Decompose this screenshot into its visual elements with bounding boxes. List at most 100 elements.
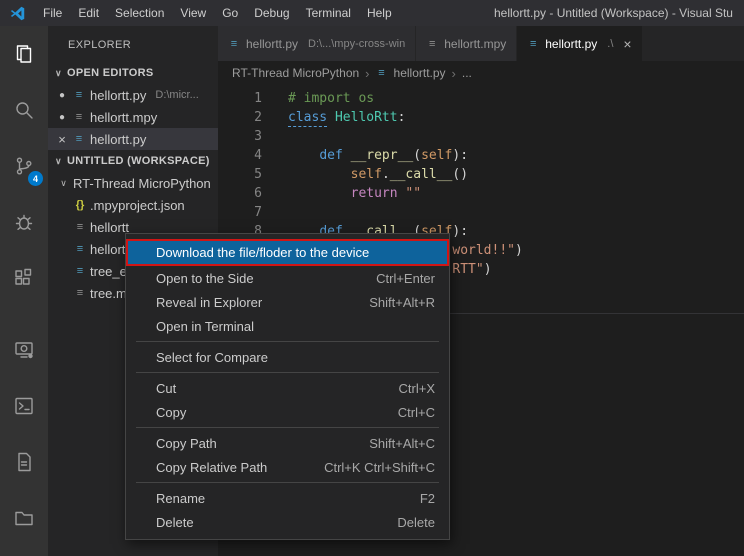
close-icon[interactable]: × — [56, 132, 68, 147]
menu-file[interactable]: File — [35, 0, 70, 26]
code-text: self.__call__() — [288, 165, 468, 184]
open-editor-item[interactable]: ●≡hellortt.pyD:\micr... — [48, 84, 218, 106]
line-number: 1 — [218, 89, 262, 108]
chevron-down-icon: ∨ — [53, 156, 64, 167]
tree-item-label: RT-Thread MicroPython — [73, 176, 211, 191]
tab-3-hellortt.py[interactable]: ≡hellortt.py.\× — [517, 26, 642, 61]
code-line: 7 — [218, 203, 744, 222]
menu-item-label: Rename — [156, 491, 205, 506]
close-icon[interactable]: × — [623, 36, 631, 52]
tab-detail: .\ — [607, 38, 613, 50]
tree-item[interactable]: {}.mpyproject.json — [48, 194, 218, 216]
tab-2-hellortt.mpy[interactable]: ≡hellortt.mpy — [416, 26, 517, 61]
file-label: hellortt.py — [90, 88, 146, 103]
workspace-header[interactable]: ∨ UNTITLED (WORKSPACE) — [48, 150, 218, 172]
menu-edit[interactable]: Edit — [70, 0, 107, 26]
line-number: 5 — [218, 165, 262, 184]
tab-label: hellortt.py — [246, 37, 298, 51]
menu-terminal[interactable]: Terminal — [298, 0, 359, 26]
breadcrumb-item[interactable]: hellortt.py — [394, 66, 446, 80]
menu-go[interactable]: Go — [214, 0, 246, 26]
title-bar: FileEditSelectionViewGoDebugTerminalHelp… — [0, 0, 744, 26]
menu-selection[interactable]: Selection — [107, 0, 172, 26]
debug-icon[interactable] — [0, 194, 48, 250]
context-menu-item[interactable]: Cut Ctrl+X — [126, 376, 449, 400]
menu-view[interactable]: View — [172, 0, 214, 26]
line-number: 2 — [218, 108, 262, 127]
menu-item-shortcut: Ctrl+X — [399, 381, 435, 396]
python-file-icon: ≡ — [376, 67, 388, 79]
count-badge: 4 — [28, 171, 43, 186]
tree-item-label: hellort — [90, 242, 125, 257]
menu-item-label: Open in Terminal — [156, 319, 254, 334]
menu-debug[interactable]: Debug — [246, 0, 297, 26]
chevron-right-icon: › — [365, 66, 369, 81]
folder-icon[interactable] — [0, 490, 48, 546]
menu-separator — [136, 372, 439, 373]
document-icon[interactable] — [0, 434, 48, 490]
menu-item-shortcut: Delete — [397, 515, 435, 530]
code-text: # import os — [288, 89, 374, 108]
menu-item-shortcut: Ctrl+K Ctrl+Shift+C — [324, 460, 435, 475]
open-editors-header[interactable]: ∨ OPEN EDITORS — [48, 62, 218, 84]
search-icon[interactable] — [0, 82, 48, 138]
menu-bar: FileEditSelectionViewGoDebugTerminalHelp — [35, 0, 400, 26]
menu-item-label: Copy Path — [156, 436, 217, 451]
context-menu-item[interactable]: Select for Compare — [126, 345, 449, 369]
tab-1-hellortt.py[interactable]: ≡hellortt.pyD:\...\mpy-cross-win — [218, 26, 416, 61]
tree-item-label: tree.m — [90, 286, 127, 301]
menu-item-shortcut: Shift+Alt+C — [369, 436, 435, 451]
remote-device-icon[interactable] — [0, 322, 48, 378]
context-menu-item[interactable]: CopyCtrl+C — [126, 400, 449, 424]
menu-help[interactable]: Help — [359, 0, 400, 26]
context-menu-item[interactable]: Open in Terminal — [126, 314, 449, 338]
context-menu-item[interactable]: Download the file/floder to the device — [126, 239, 449, 266]
extensions-icon[interactable] — [0, 250, 48, 306]
menu-separator — [136, 482, 439, 483]
breadcrumb-item[interactable]: ... — [462, 66, 472, 80]
code-line: 4 def __repr__(self): — [218, 146, 744, 165]
context-menu-item[interactable]: Copy Path Shift+Alt+C — [126, 431, 449, 455]
mpy-file-icon: ≡ — [73, 111, 85, 123]
menu-item-shortcut: Shift+Alt+R — [369, 295, 435, 310]
line-number: 7 — [218, 203, 262, 222]
json-file-icon: {} — [74, 199, 86, 211]
chevron-down-icon: ∨ — [53, 68, 64, 79]
line-number: 4 — [218, 146, 262, 165]
context-menu-item[interactable]: DeleteDelete — [126, 510, 449, 534]
open-editors-list: ●≡hellortt.pyD:\micr...●≡hellortt.mpy×≡h… — [48, 84, 218, 150]
modified-dot-icon: ● — [56, 112, 68, 123]
context-menu-item[interactable]: Copy Relative Path Ctrl+K Ctrl+Shift+C — [126, 455, 449, 479]
context-menu-item[interactable]: Open to the SideCtrl+Enter — [126, 266, 449, 290]
menu-item-label: Copy Relative Path — [156, 460, 267, 475]
mpy-file-icon: ≡ — [426, 38, 438, 50]
sidebar-title: EXPLORER — [48, 26, 218, 62]
menu-item-label: Copy — [156, 405, 186, 420]
menu-separator — [136, 427, 439, 428]
context-menu-item[interactable]: Rename F2 — [126, 486, 449, 510]
breadcrumb: RT-Thread MicroPython › ≡ hellortt.py ›... — [218, 61, 744, 85]
line-number: 6 — [218, 184, 262, 203]
mpy-file-icon: ≡ — [74, 287, 86, 299]
code-text: return "" — [288, 184, 421, 203]
chevron-right-icon: › — [452, 66, 456, 81]
activity-bar: 4 — [0, 26, 48, 556]
python-file-icon: ≡ — [74, 265, 86, 277]
code-line: 3 — [218, 127, 744, 146]
source-control-icon[interactable]: 4 — [0, 138, 48, 194]
files-icon[interactable] — [0, 26, 48, 82]
context-menu-item[interactable]: Reveal in ExplorerShift+Alt+R — [126, 290, 449, 314]
breadcrumb-item[interactable]: RT-Thread MicroPython — [232, 66, 359, 80]
open-editor-item[interactable]: ×≡hellortt.py — [48, 128, 218, 150]
line-number: 3 — [218, 127, 262, 146]
code-line: 2class HelloRtt: — [218, 108, 744, 127]
terminal-icon[interactable] — [0, 378, 48, 434]
tree-item[interactable]: ∨RT-Thread MicroPython — [48, 172, 218, 194]
menu-item-shortcut: F2 — [420, 491, 435, 506]
open-editor-item[interactable]: ●≡hellortt.mpy — [48, 106, 218, 128]
python-file-icon: ≡ — [228, 38, 240, 50]
tab-bar: ≡hellortt.pyD:\...\mpy-cross-win≡hellort… — [218, 26, 744, 61]
modified-dot-icon: ● — [56, 90, 68, 101]
code-text: def __repr__(self): — [288, 146, 468, 165]
menu-item-label: Cut — [156, 381, 176, 396]
